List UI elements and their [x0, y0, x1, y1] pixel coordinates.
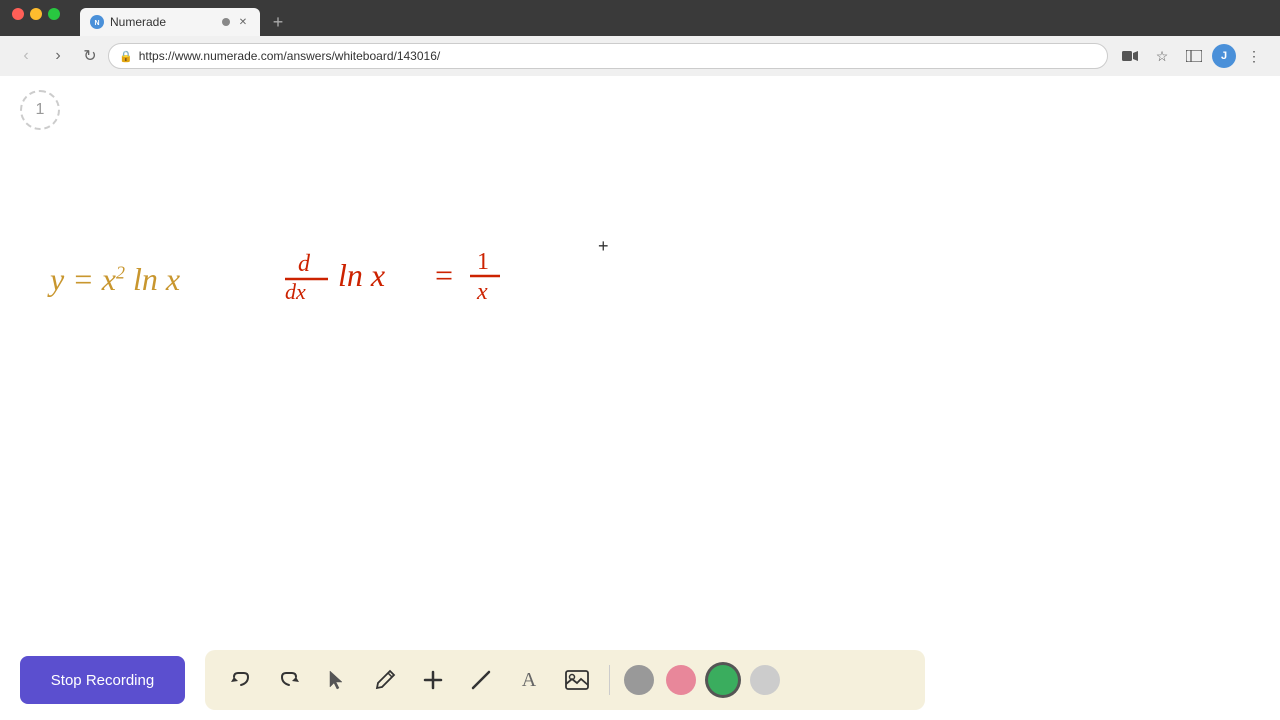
lock-icon: 🔒 — [119, 50, 133, 63]
video-icon-button[interactable] — [1116, 42, 1144, 70]
tab-favicon: N — [90, 15, 104, 29]
tab-title: Numerade — [110, 15, 216, 29]
color-lightgray-button[interactable] — [750, 665, 780, 695]
color-gray-button[interactable] — [624, 665, 654, 695]
active-tab[interactable]: N Numerade ✕ — [80, 8, 260, 36]
user-avatar[interactable]: J — [1212, 44, 1236, 68]
select-tool-button[interactable] — [317, 660, 357, 700]
tab-close-button[interactable]: ✕ — [236, 15, 250, 29]
red-formula-drawing: d dx ln x = 1 x — [280, 231, 580, 331]
color-green-button[interactable] — [708, 665, 738, 695]
pen-tool-button[interactable] — [365, 660, 405, 700]
back-button[interactable]: ‹ — [12, 42, 40, 70]
redo-button[interactable] — [269, 660, 309, 700]
svg-text:x: x — [476, 279, 488, 305]
color-pink-button[interactable] — [666, 665, 696, 695]
forward-button[interactable]: › — [44, 42, 72, 70]
whiteboard-area: 1 + y = x2 ln x d dx ln x = 1 — [0, 76, 1280, 720]
svg-text:d: d — [298, 251, 311, 277]
cursor-crosshair: + — [598, 236, 609, 257]
undo-button[interactable] — [221, 660, 261, 700]
eraser-tool-button[interactable] — [461, 660, 501, 700]
sidebar-button[interactable] — [1180, 42, 1208, 70]
add-tool-button[interactable] — [413, 660, 453, 700]
refresh-button[interactable]: ↻ — [76, 42, 104, 70]
yellow-formula: y = x2 ln x — [50, 261, 180, 298]
address-bar[interactable]: 🔒 https://www.numerade.com/answers/white… — [108, 43, 1108, 69]
tab-status-dot — [222, 18, 230, 26]
page-indicator: 1 — [20, 90, 60, 130]
svg-text:dx: dx — [285, 279, 306, 304]
svg-text:ln x: ln x — [338, 257, 385, 293]
bottom-toolbar: Stop Recording — [0, 640, 1280, 720]
new-tab-button[interactable]: + — [264, 8, 292, 36]
page-number: 1 — [36, 101, 45, 119]
drawing-tools-bar: A — [205, 650, 925, 710]
svg-text:N: N — [94, 20, 99, 27]
window-minimize-button[interactable] — [30, 8, 42, 20]
window-close-button[interactable] — [12, 8, 24, 20]
text-tool-button[interactable]: A — [509, 660, 549, 700]
window-maximize-button[interactable] — [48, 8, 60, 20]
bookmark-button[interactable]: ☆ — [1148, 42, 1176, 70]
toolbar-divider — [609, 665, 610, 695]
image-tool-button[interactable] — [557, 660, 597, 700]
menu-button[interactable]: ⋮ — [1240, 42, 1268, 70]
stop-recording-button[interactable]: Stop Recording — [20, 656, 185, 704]
svg-text:1: 1 — [477, 249, 489, 275]
url-text: https://www.numerade.com/answers/whitebo… — [139, 49, 441, 63]
svg-text:=: = — [435, 257, 453, 293]
